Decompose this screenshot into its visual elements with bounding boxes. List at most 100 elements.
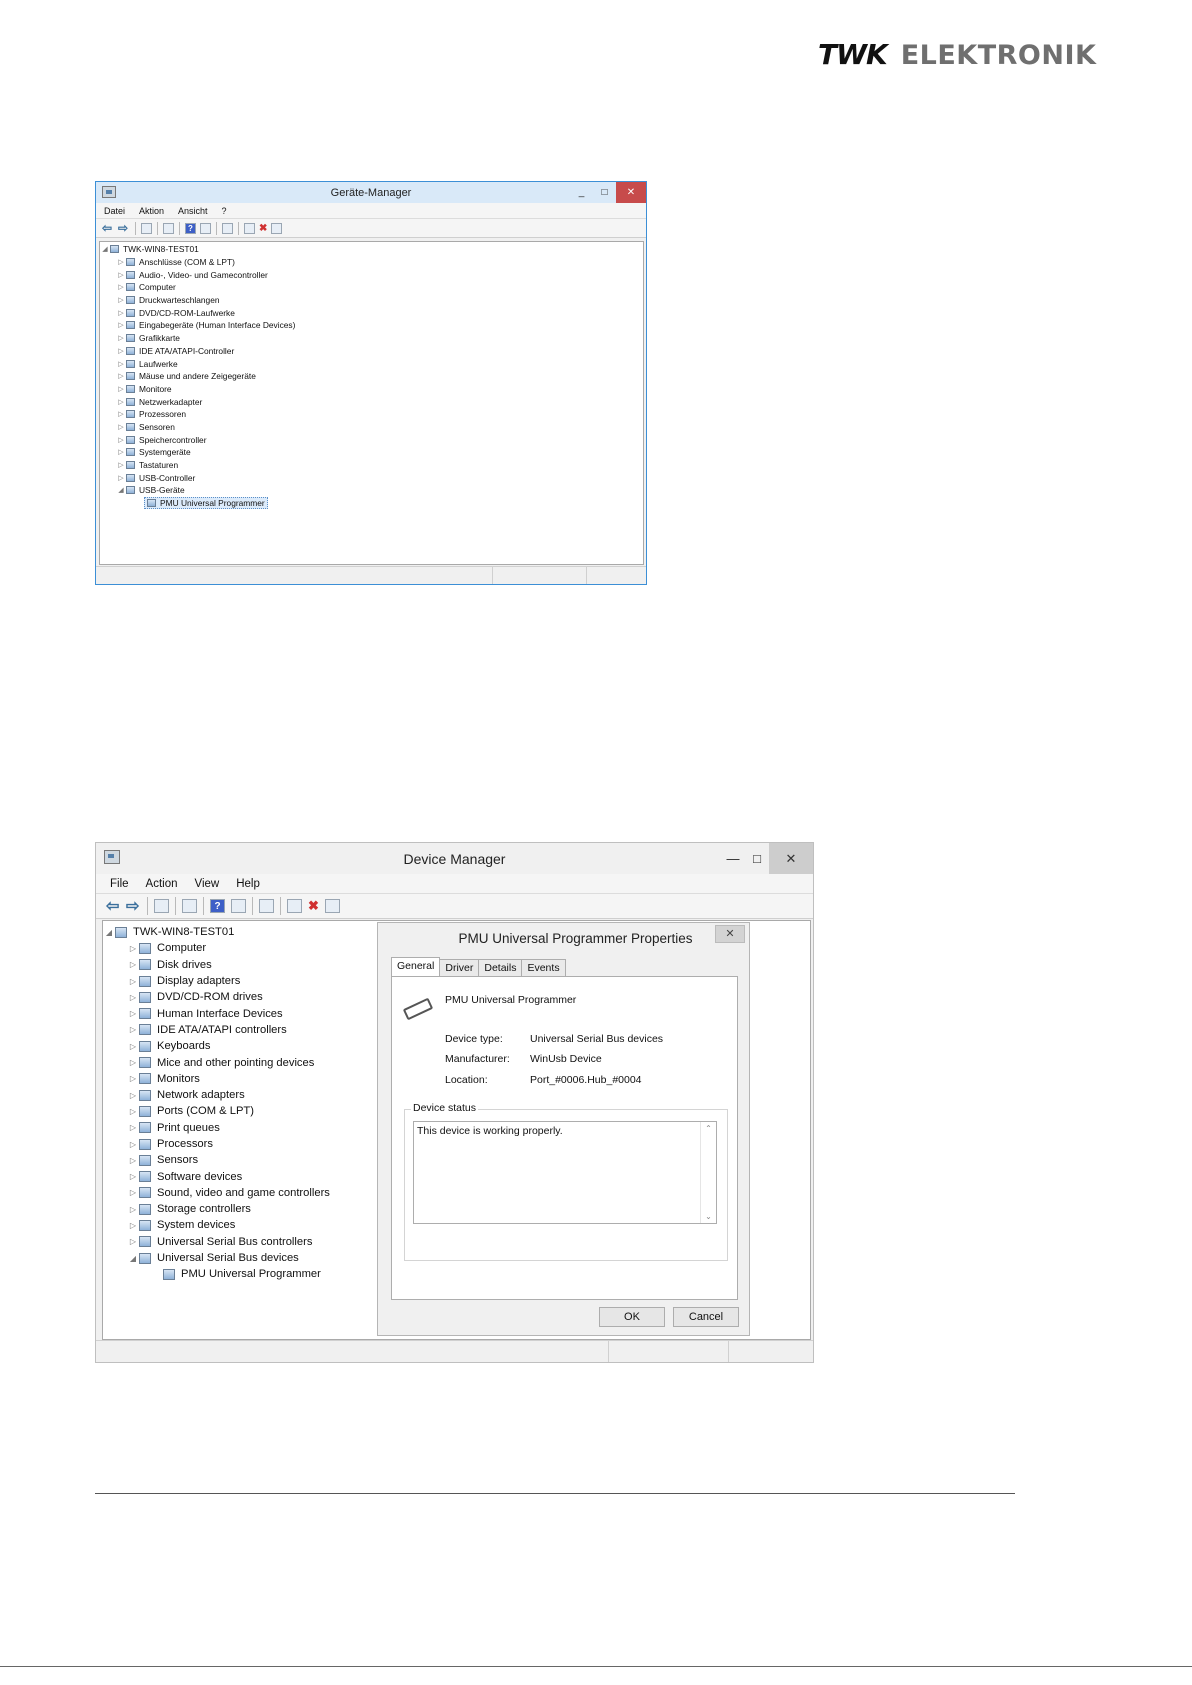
expand-icon[interactable]: ▷ <box>116 271 126 279</box>
forward-arrow-icon[interactable]: ⇨ <box>126 896 142 916</box>
expand-icon[interactable]: ▷ <box>116 461 126 469</box>
expand-icon[interactable]: ▷ <box>127 1091 139 1100</box>
expand-icon[interactable]: ▷ <box>116 283 126 291</box>
expand-icon[interactable]: ▷ <box>127 1172 139 1181</box>
disable-device-icon[interactable] <box>271 222 283 234</box>
tab-events[interactable]: Events <box>521 959 566 976</box>
tree-category[interactable]: ▷ DVD/CD-ROM-Laufwerke <box>100 306 643 319</box>
expand-icon[interactable]: ▷ <box>116 423 126 431</box>
uninstall-icon[interactable]: ✖ <box>259 223 267 234</box>
show-hide-console-tree-icon[interactable] <box>141 222 152 234</box>
expand-icon[interactable]: ▷ <box>127 1074 139 1083</box>
expand-icon[interactable]: ▷ <box>116 321 126 329</box>
expand-icon[interactable]: ▷ <box>116 309 126 317</box>
expand-icon[interactable]: ▷ <box>127 1221 139 1230</box>
tree-category[interactable]: ▷ Systemgeräte <box>100 446 643 459</box>
collapse-icon[interactable]: ◢ <box>116 486 126 494</box>
tree-category[interactable]: ▷ Speichercontroller <box>100 433 643 446</box>
expand-icon[interactable]: ▷ <box>116 258 126 266</box>
expand-icon[interactable]: ▷ <box>116 398 126 406</box>
tree-category[interactable]: ▷ Audio-, Video- und Gamecontroller <box>100 268 643 281</box>
tree-category[interactable]: ▷ Anschlüsse (COM & LPT) <box>100 256 643 269</box>
expand-icon[interactable]: ▷ <box>116 296 126 304</box>
tree-category[interactable]: ▷ Computer <box>100 281 643 294</box>
tree-category[interactable]: ▷ Prozessoren <box>100 408 643 421</box>
expand-icon[interactable]: ▷ <box>127 977 139 986</box>
close-button[interactable]: ✕ <box>616 182 646 203</box>
minimize-button[interactable]: _ <box>570 182 593 203</box>
cancel-button[interactable]: Cancel <box>673 1307 739 1327</box>
tree-category[interactable]: ▷ Monitore <box>100 383 643 396</box>
menu-file[interactable]: File <box>110 878 129 890</box>
scan-hardware-icon[interactable] <box>259 899 274 913</box>
expand-icon[interactable]: ▷ <box>127 1188 139 1197</box>
menu-help[interactable]: Help <box>236 878 260 890</box>
expand-icon[interactable]: ▷ <box>127 1123 139 1132</box>
scroll-up-icon[interactable]: ⌃ <box>701 1124 716 1133</box>
collapse-icon[interactable]: ◢ <box>103 928 115 937</box>
update-driver-icon[interactable] <box>287 899 302 913</box>
expand-icon[interactable]: ▷ <box>116 334 126 342</box>
expand-icon[interactable]: ▷ <box>127 960 139 969</box>
menu-view[interactable]: Ansicht <box>178 206 208 216</box>
tree-category[interactable]: ▷ Sensoren <box>100 421 643 434</box>
expand-icon[interactable]: ▷ <box>116 410 126 418</box>
close-button[interactable]: ✕ <box>769 843 813 874</box>
expand-icon[interactable]: ▷ <box>127 1009 139 1018</box>
collapse-icon[interactable]: ◢ <box>100 245 110 253</box>
tree-category[interactable]: ▷ USB-Controller <box>100 471 643 484</box>
expand-icon[interactable]: ▷ <box>116 347 126 355</box>
show-hide-console-tree-icon[interactable] <box>154 899 169 913</box>
properties-icon[interactable] <box>182 899 197 913</box>
tree-category-expanded[interactable]: ◢ USB-Geräte <box>100 484 643 497</box>
menu-view[interactable]: View <box>195 878 220 890</box>
expand-icon[interactable]: ▷ <box>127 1156 139 1165</box>
help-icon[interactable]: ? <box>210 899 225 913</box>
maximize-button[interactable]: □ <box>745 843 769 874</box>
expand-icon[interactable]: ▷ <box>127 1205 139 1214</box>
tree-category[interactable]: ▷ Grafikkarte <box>100 332 643 345</box>
tree-category[interactable]: ▷ Tastaturen <box>100 459 643 472</box>
forward-arrow-icon[interactable]: ⇨ <box>118 221 130 235</box>
expand-icon[interactable]: ▷ <box>116 448 126 456</box>
menu-help[interactable]: ? <box>222 206 227 216</box>
uninstall-icon[interactable]: ✖ <box>308 898 319 914</box>
menu-file[interactable]: Datei <box>104 206 125 216</box>
tree-root[interactable]: ◢ TWK-WIN8-TEST01 <box>100 243 643 256</box>
show-action-pane-icon[interactable] <box>200 222 211 234</box>
tab-driver[interactable]: Driver <box>439 959 480 976</box>
device-status-textbox[interactable]: This device is working properly. ⌃ ⌄ <box>413 1121 717 1224</box>
tree-category[interactable]: ▷ Mäuse und andere Zeigegeräte <box>100 370 643 383</box>
tree-category[interactable]: ▷ Netzwerkadapter <box>100 395 643 408</box>
expand-icon[interactable]: ▷ <box>116 372 126 380</box>
tree-device[interactable]: PMU Universal Programmer <box>100 497 643 510</box>
expand-icon[interactable]: ▷ <box>127 944 139 953</box>
status-scrollbar[interactable]: ⌃ ⌄ <box>700 1122 716 1223</box>
back-arrow-icon[interactable]: ⇦ <box>102 221 114 235</box>
expand-icon[interactable]: ▷ <box>116 474 126 482</box>
dialog-close-button[interactable]: ✕ <box>715 925 745 943</box>
help-icon[interactable]: ? <box>185 222 196 234</box>
tree-category[interactable]: ▷ Eingabegeräte (Human Interface Devices) <box>100 319 643 332</box>
tree-category[interactable]: ▷ Druckwarteschlangen <box>100 294 643 307</box>
expand-icon[interactable]: ▷ <box>116 436 126 444</box>
scroll-down-icon[interactable]: ⌄ <box>701 1212 716 1221</box>
expand-icon[interactable]: ▷ <box>127 1237 139 1246</box>
tab-details[interactable]: Details <box>478 959 523 976</box>
expand-icon[interactable]: ▷ <box>127 1140 139 1149</box>
tab-general[interactable]: General <box>391 957 441 976</box>
expand-icon[interactable]: ▷ <box>127 1025 139 1034</box>
expand-icon[interactable]: ▷ <box>127 993 139 1002</box>
menu-action[interactable]: Aktion <box>139 206 164 216</box>
update-driver-icon[interactable] <box>244 222 255 234</box>
scan-hardware-icon[interactable] <box>222 222 233 234</box>
minimize-button[interactable]: — <box>721 843 745 874</box>
expand-icon[interactable]: ▷ <box>127 1107 139 1116</box>
tree-category[interactable]: ▷ IDE ATA/ATAPI-Controller <box>100 345 643 358</box>
expand-icon[interactable]: ▷ <box>116 360 126 368</box>
collapse-icon[interactable]: ◢ <box>127 1254 139 1263</box>
expand-icon[interactable]: ▷ <box>116 385 126 393</box>
expand-icon[interactable]: ▷ <box>127 1042 139 1051</box>
back-arrow-icon[interactable]: ⇦ <box>106 896 122 916</box>
properties-icon[interactable] <box>163 222 174 234</box>
